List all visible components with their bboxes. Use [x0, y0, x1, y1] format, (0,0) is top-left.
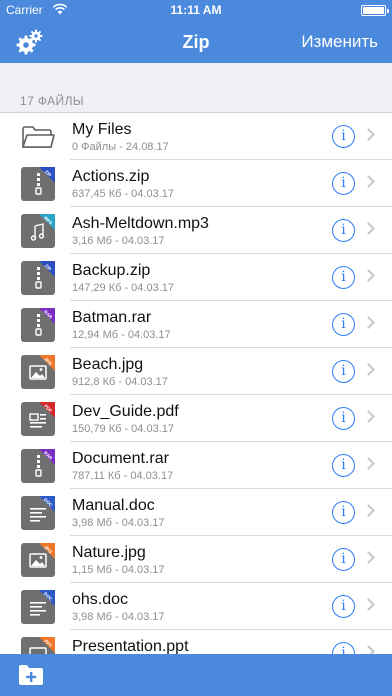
file-meta: 12,94 Мб - 04.03.17 [72, 329, 171, 341]
rar-file-icon: RAR [21, 449, 55, 483]
file-row[interactable]: RAR Document.rar 787,11 Кб - 04.03.17 i [0, 442, 392, 489]
chevron-right-icon [362, 410, 375, 423]
zip-file-icon: ZIP [21, 261, 55, 295]
chevron-right-icon [362, 175, 375, 188]
section-header: 17 ФАЙЛЫ [20, 94, 84, 108]
chevron-right-icon [362, 645, 375, 654]
file-meta: 150,79 Кб - 04.03.17 [72, 423, 175, 435]
file-name: ohs.doc [72, 591, 129, 608]
chevron-right-icon [362, 128, 375, 141]
file-row[interactable]: DOC ohs.doc 3,98 Мб - 04.03.17 i [0, 583, 392, 630]
file-name: Ash-Meltdown.mp3 [72, 215, 209, 232]
status-time: 11:11 AM [170, 3, 222, 17]
file-meta: 3,98 Мб - 04.03.17 [72, 611, 165, 623]
pdf-file-icon: PDF [21, 402, 55, 436]
info-icon[interactable]: i [332, 454, 355, 477]
info-icon[interactable]: i [332, 407, 355, 430]
file-name: Dev_Guide.pdf [72, 403, 179, 420]
rar-file-icon: RAR [21, 308, 55, 342]
info-icon[interactable]: i [332, 360, 355, 383]
file-row[interactable]: ZIP Backup.zip 147,29 Кб - 04.03.17 i [0, 254, 392, 301]
status-bar: Carrier 11:11 AM [0, 0, 392, 20]
chevron-right-icon [362, 551, 375, 564]
chevron-right-icon [362, 316, 375, 329]
file-meta: 3,16 Мб - 04.03.17 [72, 235, 165, 247]
file-meta: 912,8 Кб - 04.03.17 [72, 376, 168, 388]
file-row[interactable]: PPT Presentation.ppt i [0, 630, 392, 654]
file-meta: 787,11 Кб - 04.03.17 [72, 470, 174, 482]
battery-icon [361, 5, 389, 16]
file-row[interactable]: ZIP Actions.zip 637,45 Кб - 04.03.17 i [0, 160, 392, 207]
folder-icon [22, 126, 55, 148]
file-list: My Files 0 Файлы - 24.08.17 i ZIP Actions.zi… [0, 112, 392, 654]
bottom-toolbar [0, 654, 392, 696]
file-row[interactable]: RAR Batman.rar 12,94 Мб - 04.03.17 i [0, 301, 392, 348]
file-meta: 3,98 Мб - 04.03.17 [72, 517, 165, 529]
file-name: Document.rar [72, 450, 169, 467]
jpg-file-icon: JPG [21, 543, 55, 577]
chevron-right-icon [362, 598, 375, 611]
file-row[interactable]: JPG Nature.jpg 1,15 Мб - 04.03.17 i [0, 536, 392, 583]
info-icon[interactable]: i [332, 125, 355, 148]
file-row[interactable]: DOC Manual.doc 3,98 Мб - 04.03.17 i [0, 489, 392, 536]
info-icon[interactable]: i [332, 501, 355, 524]
file-meta: 147,29 Кб - 04.03.17 [72, 282, 175, 294]
file-row[interactable]: PDF Dev_Guide.pdf 150,79 Кб - 04.03.17 i [0, 395, 392, 442]
file-name: Beach.jpg [72, 356, 144, 373]
navigation-bar: Carrier 11:11 AM Zip Изменить [0, 0, 392, 63]
edit-button[interactable]: Изменить [301, 32, 378, 52]
file-name: My Files [72, 121, 132, 138]
info-icon[interactable]: i [332, 313, 355, 336]
info-icon[interactable]: i [332, 219, 355, 242]
chevron-right-icon [362, 269, 375, 282]
file-row[interactable]: JPG Beach.jpg 912,8 Кб - 04.03.17 i [0, 348, 392, 395]
info-icon[interactable]: i [332, 266, 355, 289]
file-row[interactable]: MP3 Ash-Meltdown.mp3 3,16 Мб - 04.03.17 i [0, 207, 392, 254]
file-name: Nature.jpg [72, 544, 146, 561]
file-name: Backup.zip [72, 262, 151, 279]
ppt-file-icon: PPT [21, 637, 55, 654]
mp3-file-icon: MP3 [21, 214, 55, 248]
jpg-file-icon: JPG [21, 355, 55, 389]
chevron-right-icon [362, 504, 375, 517]
info-icon[interactable]: i [332, 172, 355, 195]
file-name: Batman.rar [72, 309, 152, 326]
info-icon[interactable]: i [332, 642, 355, 654]
file-meta: 1,15 Мб - 04.03.17 [72, 564, 165, 576]
zip-file-icon: ZIP [21, 167, 55, 201]
new-folder-icon[interactable] [18, 663, 44, 687]
chevron-right-icon [362, 457, 375, 470]
file-name: Manual.doc [72, 497, 155, 514]
info-icon[interactable]: i [332, 548, 355, 571]
doc-file-icon: DOC [21, 496, 55, 530]
file-meta: 0 Файлы - 24.08.17 [72, 141, 169, 153]
info-icon[interactable]: i [332, 595, 355, 618]
chevron-right-icon [362, 363, 375, 376]
file-row[interactable]: My Files 0 Файлы - 24.08.17 i [0, 113, 392, 160]
doc-file-icon: DOC [21, 590, 55, 624]
file-name: Presentation.ppt [72, 638, 189, 654]
file-name: Actions.zip [72, 168, 150, 185]
chevron-right-icon [362, 222, 375, 235]
file-meta: 637,45 Кб - 04.03.17 [72, 188, 175, 200]
